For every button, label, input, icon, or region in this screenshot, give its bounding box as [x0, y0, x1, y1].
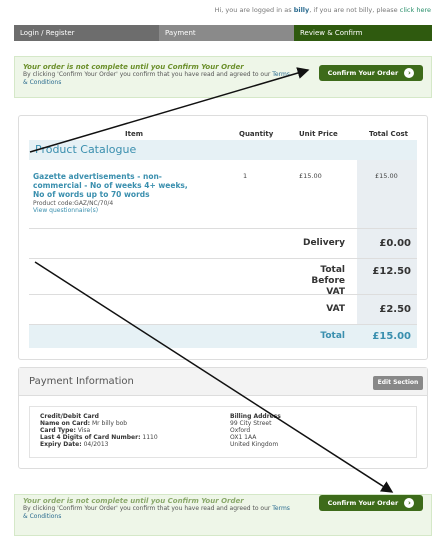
step-payment[interactable]: Payment: [159, 25, 294, 41]
notice-text-body: By clicking 'Confirm Your Order' you con…: [23, 71, 273, 78]
notice-text-bottom: By clicking 'Confirm Your Order' you con…: [23, 505, 293, 521]
payment-details: Credit/Debit Card Name on Card: Mr billy…: [29, 406, 417, 458]
card-heading: Credit/Debit Card: [40, 413, 99, 420]
billing-line-4: United Kingdom: [230, 441, 279, 448]
summary-row-total: Total £15.00: [29, 324, 417, 348]
confirm-order-button[interactable]: Confirm Your Order ›: [319, 65, 423, 81]
switch-user-link[interactable]: click here: [400, 6, 431, 14]
total-label: Total: [320, 331, 345, 341]
edit-section-button[interactable]: Edit Section: [373, 376, 423, 390]
username: billy: [293, 6, 310, 14]
delivery-value: £0.00: [379, 238, 411, 249]
section-product-catalogue: Product Catalogue: [29, 140, 417, 160]
order-notice-top: Your order is not complete until you Con…: [14, 56, 432, 98]
summary-row-vat: VAT £2.50: [29, 294, 417, 324]
vat-label: VAT: [326, 304, 345, 314]
card-digits-label: Last 4 Digits of Card Number:: [40, 434, 141, 441]
item-unit-price: £15.00: [299, 172, 322, 180]
confirm-order-label: Confirm Your Order: [327, 69, 399, 77]
step-review-confirm: Review & Confirm: [294, 25, 432, 41]
notice-text-body-bottom: By clicking 'Confirm Your Order' you con…: [23, 505, 273, 512]
confirm-order-button-bottom[interactable]: Confirm Your Order ›: [319, 495, 423, 511]
product-code: Product code:GAZ/NC/70/4: [33, 200, 114, 207]
login-status: Hi, you are logged in as billy, if you a…: [0, 6, 437, 14]
payment-information-panel: Payment Information Edit Section Credit/…: [18, 367, 428, 469]
card-details: Credit/Debit Card Name on Card: Mr billy…: [40, 413, 158, 448]
greeting-suffix: , if you are not billy, please: [309, 6, 400, 14]
product-name[interactable]: Gazette advertisements - non-commercial …: [33, 172, 193, 199]
card-digits-value: 1110: [142, 434, 158, 441]
confirm-order-label-bottom: Confirm Your Order: [327, 499, 399, 507]
item-quantity: 1: [243, 172, 248, 180]
payment-header: Payment Information Edit Section: [19, 368, 427, 396]
order-summary-table: Item Quantity Unit Price Total Cost Prod…: [18, 115, 428, 360]
greeting-prefix: Hi, you are logged in as: [214, 6, 294, 14]
item-total-cost: £15.00: [375, 172, 398, 180]
table-row: Gazette advertisements - non-commercial …: [33, 172, 193, 214]
card-type-label: Card Type:: [40, 427, 76, 434]
total-value: £15.00: [372, 331, 411, 342]
card-expiry-label: Expiry Date:: [40, 441, 82, 448]
billing-line-3: OX1 1AA: [230, 434, 257, 441]
arrow-right-icon: ›: [404, 498, 415, 508]
billing-line-1: 99 City Street: [230, 420, 272, 427]
view-questionnaire-link[interactable]: View questionnaire(s): [33, 207, 193, 214]
arrow-right-icon: ›: [404, 68, 415, 78]
delivery-label: Delivery: [302, 238, 345, 248]
total-before-vat-value: £12.50: [372, 266, 411, 277]
payment-title: Payment Information: [29, 376, 134, 387]
summary-row-delivery: Delivery £0.00: [29, 228, 417, 258]
card-name-label: Name on Card:: [40, 420, 91, 427]
vat-value: £2.50: [379, 304, 411, 315]
order-notice-bottom: Your order is not complete until you Con…: [14, 494, 432, 536]
card-expiry-value: 04/2013: [83, 441, 109, 448]
card-name-value: Mr billy bob: [92, 420, 128, 427]
checkout-steps: Login / Register Payment Review & Confir…: [14, 25, 432, 41]
billing-address: Billing Address 99 City Street Oxford OX…: [230, 413, 281, 448]
billing-line-2: Oxford: [230, 427, 251, 434]
notice-text: By clicking 'Confirm Your Order' you con…: [23, 71, 293, 87]
card-type-value: Visa: [77, 427, 91, 434]
billing-heading: Billing Address: [230, 413, 281, 420]
summary-row-total-before-vat: Total Before VAT £12.50: [29, 258, 417, 297]
step-login-register[interactable]: Login / Register: [14, 25, 159, 41]
